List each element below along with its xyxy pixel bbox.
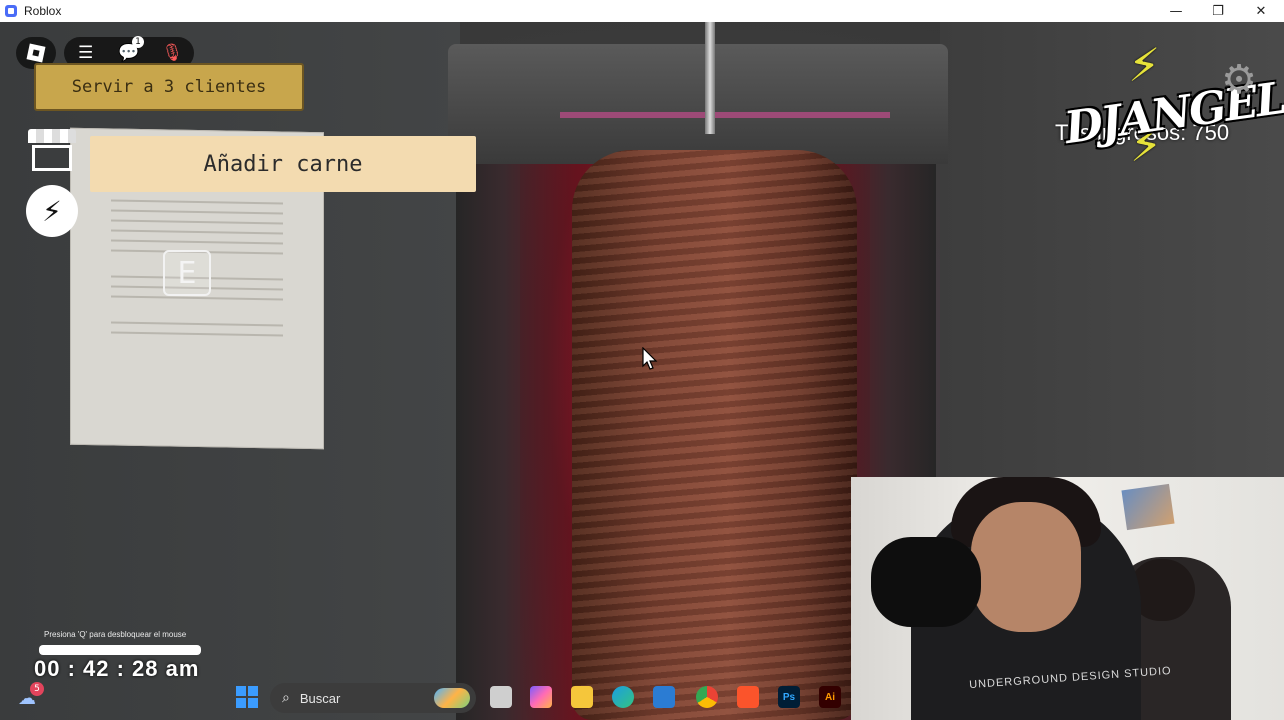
chrome-icon[interactable] — [696, 686, 718, 708]
roblox-app-icon — [5, 5, 17, 17]
settings-gear-icon[interactable]: ⚙ — [1218, 59, 1260, 101]
window-titlebar: Roblox — ❐ ✕ — [0, 0, 1284, 22]
taskbar-search[interactable]: ⌕ Buscar — [270, 683, 476, 713]
microphone — [871, 537, 981, 627]
search-placeholder: Buscar — [299, 690, 341, 706]
objective-banner: Servir a 3 clientes — [34, 63, 304, 111]
search-icon: ⌕ — [282, 690, 290, 706]
unlock-mouse-hint: Presiona 'Q' para desbloquear el mouse — [44, 630, 187, 639]
wall-poster — [1121, 483, 1175, 531]
rotisserie-pole — [705, 22, 715, 134]
djangel-logo: ⚡ ⚡ DJANGEL — [1061, 38, 1284, 172]
interact-key-prompt[interactable]: E — [163, 250, 211, 296]
minimize-button[interactable]: — — [1155, 0, 1197, 22]
start-button[interactable] — [236, 686, 258, 708]
task-view-icon[interactable] — [490, 686, 512, 708]
illustrator-icon[interactable]: Ai — [819, 686, 841, 708]
shop-icon[interactable] — [28, 129, 76, 173]
hamburger-menu-icon[interactable]: ☰ — [73, 43, 99, 63]
unlock-progress-bar — [39, 645, 201, 655]
edge-icon[interactable] — [612, 686, 634, 708]
file-explorer-icon[interactable] — [571, 686, 593, 708]
webcam-overlay: UNDERGROUND DESIGN STUDIO — [851, 477, 1284, 720]
action-prompt[interactable]: Añadir carne — [90, 136, 476, 192]
brave-icon[interactable] — [737, 686, 759, 708]
microphone-muted-icon[interactable]: 🎙 — [159, 43, 185, 63]
chat-icon[interactable]: 💬 1 — [116, 36, 144, 63]
chat-badge: 1 — [131, 36, 144, 48]
search-highlight-art — [434, 688, 470, 708]
grill-hood — [448, 44, 948, 164]
grill-light-strip — [560, 112, 890, 118]
window-title: Roblox — [24, 4, 62, 18]
weather-badge: 5 — [30, 682, 44, 696]
roblox-logo-icon — [26, 43, 46, 63]
boost-bolt-icon[interactable]: ⚡ — [26, 185, 78, 237]
microsoft-store-icon[interactable] — [653, 686, 675, 708]
kebab-meat[interactable] — [572, 150, 857, 720]
close-button[interactable]: ✕ — [1240, 0, 1282, 22]
streamer-face — [971, 502, 1081, 632]
mouse-cursor-icon — [642, 347, 658, 370]
copilot-icon[interactable] — [530, 686, 552, 708]
photoshop-icon[interactable]: Ps — [778, 686, 800, 708]
maximize-button[interactable]: ❐ — [1197, 0, 1239, 22]
